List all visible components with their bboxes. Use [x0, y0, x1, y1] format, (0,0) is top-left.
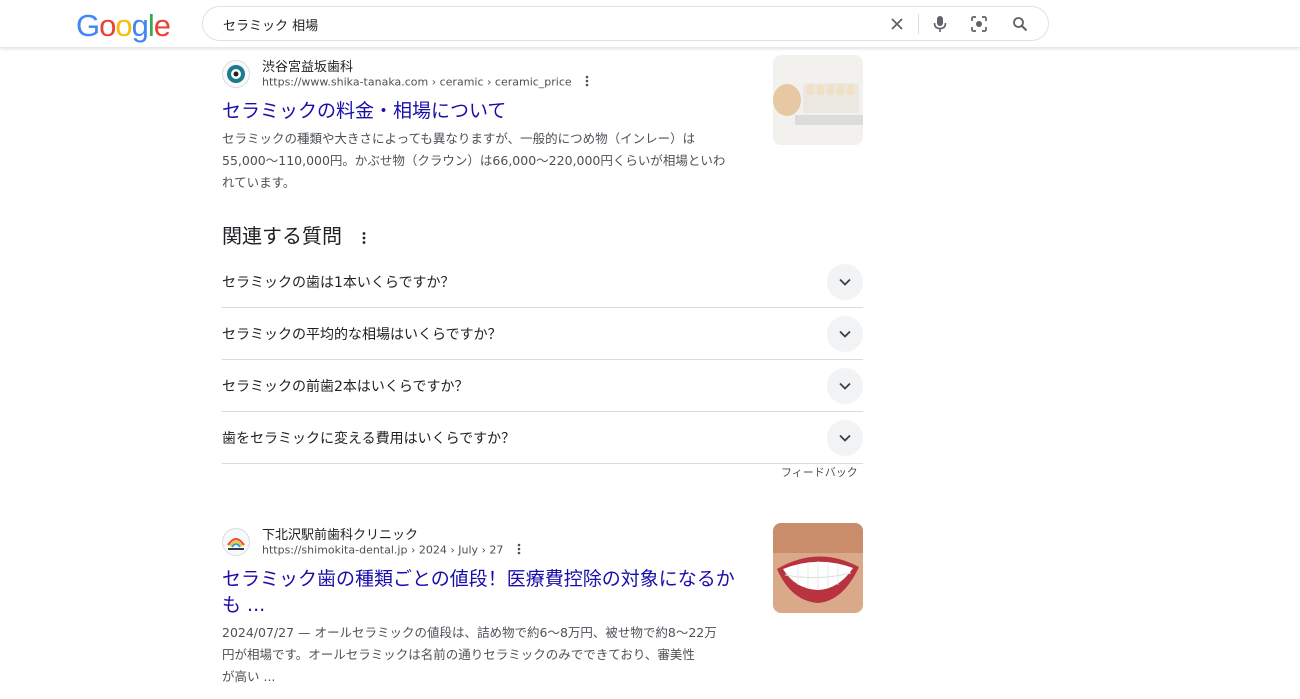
site-name: 渋谷宮益坂歯科 [262, 60, 354, 75]
google-logo[interactable]: Google [76, 8, 171, 44]
search-input[interactable]: セラミック 相場 [223, 15, 318, 34]
question-text: セラミックの前歯2本はいくらですか？ [222, 379, 469, 395]
logo-letter: g [131, 8, 149, 43]
site-favicon-icon [222, 528, 250, 556]
question-item[interactable]: セラミックの前歯2本はいくらですか？ [222, 360, 863, 412]
related-questions-title: 関連する質問 [222, 224, 342, 248]
microphone-icon[interactable] [928, 12, 952, 36]
result-title-line[interactable]: も ... [222, 592, 762, 618]
search-icon[interactable] [1008, 12, 1032, 36]
snippet-line: れています。 [222, 175, 296, 190]
logo-letter: e [153, 8, 171, 43]
result-thumbnail[interactable] [773, 523, 863, 613]
chevron-down-icon[interactable] [827, 316, 863, 352]
more-options-icon[interactable] [585, 75, 589, 90]
site-url: https://www.shika-tanaka.com › ceramic ›… [262, 75, 589, 90]
site-url-text: https://www.shika-tanaka.com › ceramic ›… [262, 75, 572, 89]
clear-icon[interactable] [885, 12, 909, 36]
snippet-line: 円が相場です。オールセラミックは名前の通りセラミックのみでできており、審美性 [222, 647, 695, 662]
result-title-line[interactable]: セラミック歯の種類ごとの値段！医療費控除の対象になるか [222, 566, 762, 592]
result-source[interactable]: 下北沢駅前歯科クリニック https://shimokita-dental.jp… [222, 524, 762, 558]
header-bar: Google セラミック 相場 [0, 0, 1300, 48]
result-thumbnail[interactable] [773, 55, 863, 145]
question-item[interactable]: セラミックの歯は1本いくらですか？ [222, 256, 863, 308]
snippet-line: が高い ... [222, 669, 276, 684]
site-favicon-icon [222, 60, 250, 88]
more-options-icon[interactable] [517, 543, 521, 558]
lens-icon[interactable] [967, 12, 991, 36]
chevron-down-icon[interactable] [827, 368, 863, 404]
search-divider [918, 14, 919, 34]
snippet-line: 55,000〜110,000円。かぶせ物（クラウン）は66,000〜220,00… [222, 153, 726, 168]
logo-letter: o [115, 8, 132, 43]
chevron-down-icon[interactable] [827, 420, 863, 456]
result-snippet: 2024/07/27 — オールセラミックの値段は、詰め物で約6〜8万円、被せ物… [222, 622, 762, 688]
snippet-line: セラミックの種類や大きさによっても異なりますが、一般的につめ物（インレー）は [222, 131, 696, 146]
search-result: 渋谷宮益坂歯科 https://www.shika-tanaka.com › c… [222, 56, 762, 194]
search-box[interactable]: セラミック 相場 [202, 6, 1049, 41]
question-item[interactable]: セラミックの平均的な相場はいくらですか？ [222, 308, 863, 360]
logo-letter: G [76, 8, 100, 43]
chevron-down-icon[interactable] [827, 264, 863, 300]
related-questions-list: セラミックの歯は1本いくらですか？ セラミックの平均的な相場はいくらですか？ セ… [222, 256, 863, 464]
search-result: 下北沢駅前歯科クリニック https://shimokita-dental.jp… [222, 524, 762, 688]
logo-letter: o [99, 8, 116, 43]
question-text: 歯をセラミックに変える費用はいくらですか？ [222, 431, 516, 447]
site-name: 下北沢駅前歯科クリニック [262, 528, 419, 543]
related-questions-heading: 関連する質問 [222, 220, 366, 250]
result-snippet: セラミックの種類や大きさによっても異なりますが、一般的につめ物（インレー）は 5… [222, 128, 762, 194]
question-text: セラミックの歯は1本いくらですか？ [222, 275, 455, 291]
result-title-link[interactable]: セラミックの料金・相場について [222, 98, 762, 124]
site-url-text: https://shimokita-dental.jp › 2024 › Jul… [262, 543, 504, 557]
question-item[interactable]: 歯をセラミックに変える費用はいくらですか？ [222, 412, 863, 464]
question-text: セラミックの平均的な相場はいくらですか？ [222, 327, 502, 343]
snippet-line: 2024/07/27 — オールセラミックの値段は、詰め物で約6〜8万円、被せ物… [222, 625, 717, 640]
more-options-icon[interactable] [362, 226, 366, 250]
site-url: https://shimokita-dental.jp › 2024 › Jul… [262, 543, 521, 558]
result-title-link[interactable]: セラミック歯の種類ごとの値段！医療費控除の対象になるか も ... [222, 566, 762, 618]
result-source[interactable]: 渋谷宮益坂歯科 https://www.shika-tanaka.com › c… [222, 56, 762, 90]
feedback-link[interactable]: フィードバック [781, 464, 858, 480]
